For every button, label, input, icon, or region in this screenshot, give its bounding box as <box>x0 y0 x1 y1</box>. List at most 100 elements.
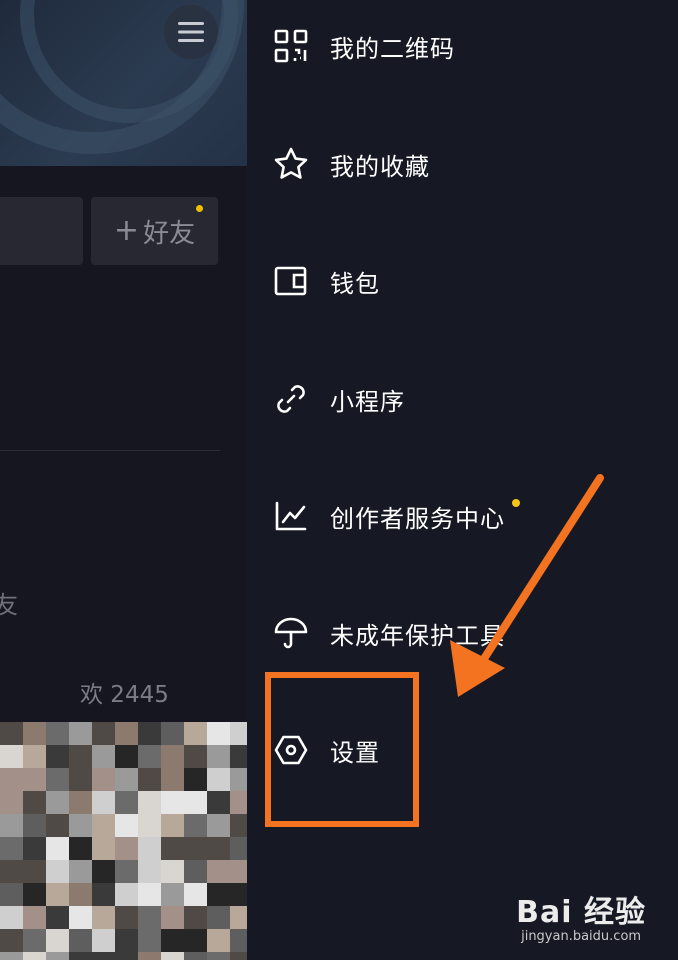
mosaic-cell <box>46 860 69 883</box>
mosaic-cell <box>138 722 161 745</box>
menu-item-mini-programs[interactable]: 小程序 <box>247 369 678 429</box>
mosaic-cell <box>69 883 92 906</box>
mosaic-cell <box>92 952 115 960</box>
mosaic-cell <box>92 814 115 837</box>
menu-item-minor-protection[interactable]: 未成年保护工具 <box>247 603 678 663</box>
mosaic-cell <box>207 929 230 952</box>
mosaic-cell <box>161 837 184 860</box>
mosaic-cell <box>0 906 23 929</box>
mosaic-cell <box>23 722 46 745</box>
edit-profile-button[interactable] <box>0 197 83 265</box>
mosaic-cell <box>46 883 69 906</box>
watermark-url: jingyan.baidu.com <box>521 929 642 944</box>
mosaic-cell <box>207 791 230 814</box>
wallet-icon <box>273 263 309 299</box>
mosaic-cell <box>207 883 230 906</box>
mosaic-cell <box>115 722 138 745</box>
mosaic-cell <box>92 906 115 929</box>
mosaic-cell <box>138 929 161 952</box>
mosaic-cell <box>230 952 247 960</box>
mosaic-cell <box>184 860 207 883</box>
mosaic-cell <box>184 906 207 929</box>
mosaic-cell <box>69 837 92 860</box>
menu-item-qr-code[interactable]: 我的二维码 <box>247 16 678 76</box>
mosaic-cell <box>92 791 115 814</box>
mosaic-cell <box>115 883 138 906</box>
mosaic-cell <box>161 745 184 768</box>
link-icon <box>273 381 309 417</box>
menu-item-label: 我的收藏 <box>330 152 430 181</box>
menu-item-label: 我的二维码 <box>330 34 455 63</box>
mosaic-cell <box>23 860 46 883</box>
mosaic-cell <box>23 768 46 791</box>
highlight-box-annotation <box>265 672 419 827</box>
mosaic-cell <box>92 745 115 768</box>
mosaic-cell <box>230 722 247 745</box>
mosaic-cell <box>138 814 161 837</box>
mosaic-cell <box>46 929 69 952</box>
menu-item-wallet[interactable]: 钱包 <box>247 251 678 311</box>
friends-text-fragment: 友 <box>0 591 18 619</box>
chart-icon <box>273 498 309 534</box>
menu-button[interactable] <box>164 5 218 59</box>
mosaic-cell <box>207 814 230 837</box>
mosaic-cell <box>161 860 184 883</box>
mosaic-cell <box>69 722 92 745</box>
mosaic-cell <box>161 883 184 906</box>
divider <box>0 450 220 451</box>
mosaic-cell <box>0 837 23 860</box>
add-friend-label: 好友 <box>143 218 196 249</box>
mosaic-cell <box>184 814 207 837</box>
mosaic-cell <box>184 929 207 952</box>
likes-count-fragment: 欢 2445 <box>80 682 169 708</box>
mosaic-cell <box>115 791 138 814</box>
menu-item-label: 小程序 <box>330 387 405 416</box>
mosaic-cell <box>0 768 23 791</box>
mosaic-cell <box>161 791 184 814</box>
menu-item-label: 创作者服务中心 <box>330 504 505 533</box>
mosaic-cell <box>46 814 69 837</box>
mosaic-cell <box>161 929 184 952</box>
mosaic-cell <box>0 883 23 906</box>
mosaic-cell <box>230 929 247 952</box>
menu-item-creator-center[interactable]: 创作者服务中心 <box>247 486 678 546</box>
menu-item-label: 未成年保护工具 <box>330 621 505 650</box>
mosaic-cell <box>207 837 230 860</box>
mosaic-cell <box>138 745 161 768</box>
mosaic-cell <box>0 814 23 837</box>
mosaic-cell <box>207 906 230 929</box>
mosaic-cell <box>92 837 115 860</box>
mosaic-cell <box>0 952 23 960</box>
mosaic-cell <box>184 745 207 768</box>
mosaic-cell <box>138 791 161 814</box>
mosaic-cell <box>230 906 247 929</box>
mosaic-cell <box>230 883 247 906</box>
umbrella-icon <box>273 615 309 651</box>
mosaic-cell <box>184 883 207 906</box>
mosaic-cell <box>138 837 161 860</box>
mosaic-cell <box>92 883 115 906</box>
mosaic-cell <box>161 814 184 837</box>
menu-item-favorites[interactable]: 我的收藏 <box>247 134 678 194</box>
mosaic-cell <box>161 722 184 745</box>
mosaic-cell <box>46 745 69 768</box>
mosaic-cell <box>184 768 207 791</box>
mosaic-cell <box>161 906 184 929</box>
mosaic-cell <box>230 860 247 883</box>
mosaic-cell <box>92 722 115 745</box>
watermark-brand: Bai 经验 <box>516 895 646 930</box>
mosaic-cell <box>23 837 46 860</box>
mosaic-cell <box>23 883 46 906</box>
mosaic-cell <box>230 745 247 768</box>
mosaic-cell <box>69 860 92 883</box>
plus-icon: + <box>113 213 140 248</box>
mosaic-cell <box>115 906 138 929</box>
mosaic-cell <box>23 906 46 929</box>
mosaic-cell <box>69 768 92 791</box>
menu-item-label: 钱包 <box>330 269 380 298</box>
mosaic-cell <box>115 952 138 960</box>
mosaic-cell <box>184 952 207 960</box>
pixelated-video-thumbnail[interactable] <box>0 722 247 960</box>
mosaic-cell <box>115 837 138 860</box>
mosaic-cell <box>0 722 23 745</box>
